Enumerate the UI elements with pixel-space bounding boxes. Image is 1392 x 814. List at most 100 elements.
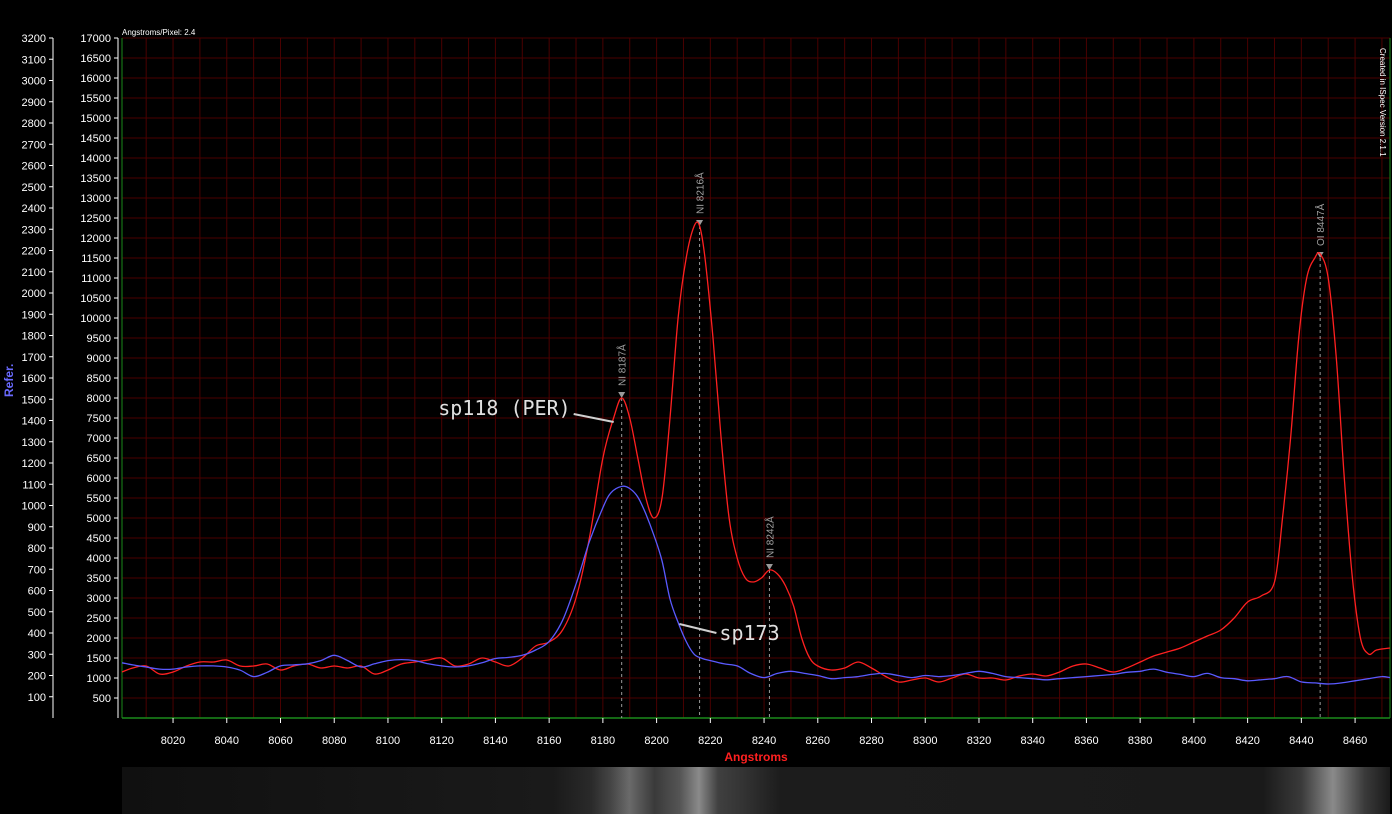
inner-tick-label: 5500 — [87, 493, 111, 505]
x-tick-label: 8180 — [591, 735, 615, 747]
line-marker-label: OI 8447Å — [1314, 203, 1327, 246]
outer-tick-label: 2200 — [22, 246, 46, 258]
outer-tick-label: 400 — [28, 628, 46, 640]
inner-tick-label: 4500 — [87, 533, 111, 545]
outer-tick-label: 100 — [28, 692, 46, 704]
outer-y-ticks: 100 200 300 400 500 600 700 800 900 1000 1100 1200 1… — [22, 33, 53, 704]
outer-tick-label: 200 — [28, 671, 46, 683]
x-tick-label: 8200 — [644, 735, 668, 747]
outer-tick-label: 2400 — [22, 203, 46, 215]
outer-tick-label: 500 — [28, 607, 46, 619]
outer-tick-label: 3000 — [22, 76, 46, 88]
inner-tick-label: 11500 — [81, 253, 111, 265]
x-tick-label: 8140 — [483, 735, 507, 747]
inner-tick-label: 10500 — [80, 293, 111, 305]
x-ticks: 8020 8040 8060 8080 8100 8120 8140 8160 8180 8200… — [161, 718, 1367, 747]
x-tick-label: 8340 — [1020, 735, 1044, 747]
outer-tick-label: 800 — [28, 543, 46, 555]
x-tick-label: 8360 — [1074, 735, 1098, 747]
inner-tick-label: 17000 — [80, 33, 111, 45]
inner-tick-label: 2500 — [87, 613, 111, 625]
outer-tick-label: 700 — [28, 564, 46, 576]
x-tick-label: 8080 — [322, 735, 346, 747]
inner-tick-label: 15500 — [80, 93, 111, 105]
annotation-label: sp118 (PER) — [438, 396, 570, 420]
outer-tick-label: 3200 — [22, 33, 46, 45]
grid-lines — [122, 37, 1390, 718]
spectrum-strip — [122, 767, 1390, 814]
inner-tick-label: 13500 — [80, 173, 111, 185]
outer-tick-label: 1100 — [22, 479, 46, 491]
x-tick-label: 8420 — [1235, 735, 1259, 747]
inner-tick-label: 12500 — [80, 213, 111, 225]
inner-tick-label: 10000 — [80, 313, 111, 325]
outer-tick-label: 2100 — [22, 267, 46, 279]
outer-tick-label: 1300 — [22, 437, 46, 449]
inner-tick-label: 16000 — [80, 73, 111, 85]
x-tick-label: 8100 — [376, 735, 400, 747]
outer-tick-label: 2300 — [22, 224, 46, 236]
x-axis-title: Angstroms — [724, 750, 788, 764]
outer-tick-label: 1400 — [22, 416, 46, 428]
outer-tick-label: 2900 — [22, 97, 46, 109]
outer-tick-label: 2700 — [22, 139, 46, 151]
inner-tick-label: 12000 — [80, 233, 111, 245]
outer-tick-label: 2800 — [22, 118, 46, 130]
inner-tick-label: 3000 — [87, 593, 111, 605]
x-tick-label: 8280 — [859, 735, 883, 747]
inner-tick-label: 8500 — [87, 373, 111, 385]
x-tick-label: 8320 — [967, 735, 991, 747]
x-tick-label: 8460 — [1343, 735, 1367, 747]
inner-tick-label: 16500 — [80, 53, 111, 65]
inner-tick-label: 1000 — [87, 673, 111, 685]
inner-tick-label: 13000 — [80, 193, 111, 205]
side-note: Created in ISpec Version 2.1.1 — [1378, 48, 1387, 157]
x-tick-label: 8400 — [1182, 735, 1206, 747]
inner-y-ticks: 500 1000 1500 2000 2500 3000 3500 4000 4500 5000 5… — [80, 33, 118, 705]
outer-tick-label: 1500 — [22, 394, 46, 406]
outer-tick-label: 3100 — [22, 54, 46, 66]
inner-tick-label: 2000 — [87, 633, 111, 645]
line-marker-label: NI 8216Å — [694, 172, 707, 214]
inner-tick-label: 14500 — [80, 133, 111, 145]
annotation-label: sp173 — [719, 621, 779, 645]
y-axis-title: Refer. — [2, 364, 16, 397]
inner-tick-label: 9500 — [87, 333, 111, 345]
outer-tick-label: 2500 — [22, 182, 46, 194]
inner-tick-label: 1500 — [87, 653, 111, 665]
inner-tick-label: 14000 — [80, 153, 111, 165]
outer-tick-label: 600 — [28, 586, 46, 598]
x-tick-label: 8020 — [161, 735, 185, 747]
inner-tick-label: 7500 — [87, 413, 111, 425]
line-marker-label: NI 8187Å — [616, 344, 629, 386]
inner-tick-label: 7000 — [87, 433, 111, 445]
outer-tick-label: 2000 — [22, 288, 46, 300]
inner-tick-label: 5000 — [87, 513, 111, 525]
inner-tick-label: 4000 — [87, 553, 111, 565]
outer-tick-label: 300 — [28, 649, 46, 661]
x-tick-label: 8440 — [1289, 735, 1313, 747]
outer-tick-label: 900 — [28, 522, 46, 534]
x-tick-label: 8120 — [429, 735, 453, 747]
x-tick-label: 8380 — [1128, 735, 1152, 747]
x-tick-label: 8220 — [698, 735, 722, 747]
spectrum-chart: 100 200 300 400 500 600 700 800 900 1000 1100 1200 1… — [2, 28, 1391, 814]
x-tick-label: 8300 — [913, 735, 937, 747]
inner-tick-label: 6000 — [87, 473, 111, 485]
outer-tick-label: 1800 — [22, 331, 46, 343]
inner-tick-label: 3500 — [87, 573, 111, 585]
outer-tick-label: 1900 — [22, 309, 46, 321]
header-note: Angstroms/Pixel: 2.4 — [122, 28, 196, 37]
inner-tick-label: 500 — [93, 693, 111, 705]
x-tick-label: 8240 — [752, 735, 776, 747]
inner-tick-label: 8000 — [87, 393, 111, 405]
line-marker-label: NI 8242Å — [763, 516, 776, 558]
outer-tick-label: 2600 — [22, 161, 46, 173]
outer-tick-label: 1000 — [22, 501, 46, 513]
inner-tick-label: 15000 — [80, 113, 111, 125]
x-tick-label: 8260 — [806, 735, 830, 747]
inner-tick-label: 11000 — [81, 273, 111, 285]
inner-tick-label: 6500 — [87, 453, 111, 465]
x-tick-label: 8160 — [537, 735, 561, 747]
x-tick-label: 8040 — [215, 735, 239, 747]
